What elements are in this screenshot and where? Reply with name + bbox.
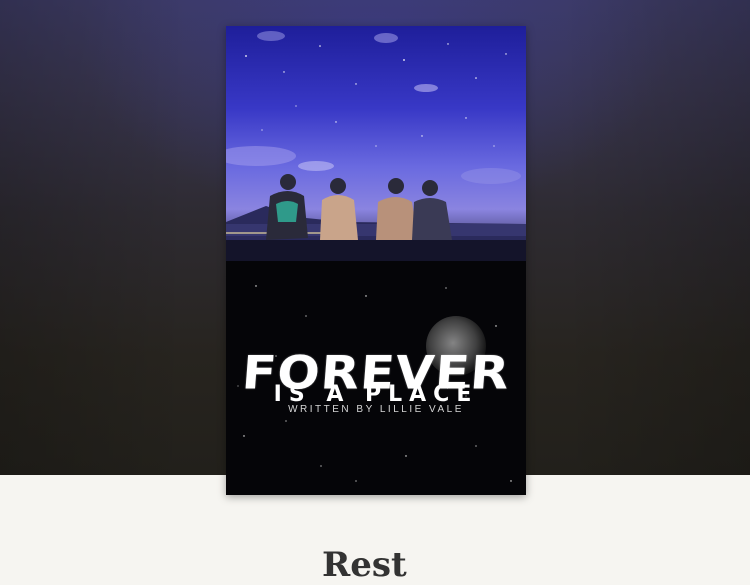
cover-artwork [226,26,526,495]
page-heading: Rest [322,545,407,585]
cover-author: WRITTEN BY LILLIE VALE [288,404,464,415]
book-cover[interactable]: FOREVER IS A PLACE WRITTEN BY LILLIE VAL… [226,26,526,495]
